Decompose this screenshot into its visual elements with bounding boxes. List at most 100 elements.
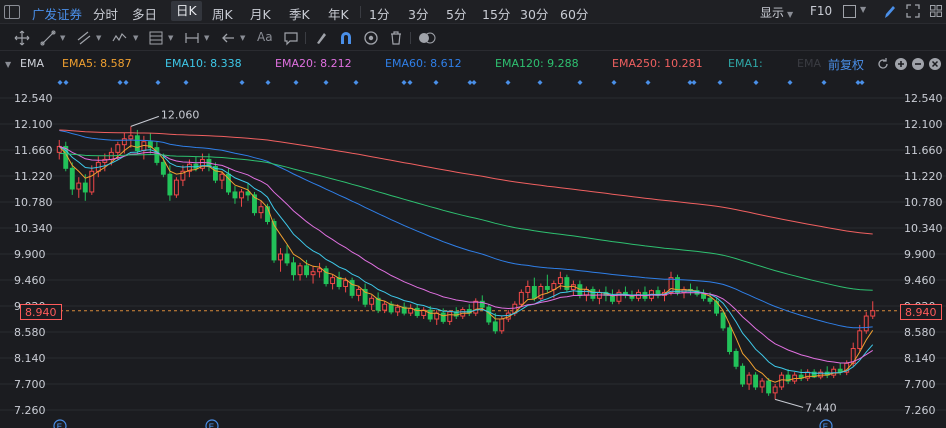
display-dropdown[interactable]: 显示 ▼: [760, 4, 793, 21]
marker-diamond-icon: [239, 80, 245, 85]
refresh-icon[interactable]: [876, 57, 890, 71]
candle-body: [278, 253, 283, 261]
chevron-down-icon[interactable]: ▼: [860, 5, 866, 14]
text-icon[interactable]: Aa: [257, 30, 277, 46]
chevron-down-icon[interactable]: ▼: [204, 34, 209, 42]
candle-body: [317, 268, 323, 273]
arrow-icon[interactable]: [220, 30, 236, 46]
period-quarter-k[interactable]: 季K: [289, 4, 310, 23]
marker-diamond-icon: [265, 80, 271, 85]
fib-icon[interactable]: [148, 30, 164, 46]
period-day-k[interactable]: 日K: [171, 1, 202, 21]
y-axis-label-right: 12.540: [904, 92, 943, 105]
event-marker-label: E: [209, 423, 215, 428]
expand-icon[interactable]: [906, 4, 920, 18]
candle-body: [772, 386, 778, 394]
candle-body: [232, 191, 238, 199]
period-5min[interactable]: 5分: [446, 4, 466, 23]
divider: [360, 6, 361, 18]
period-year-k[interactable]: 年K: [328, 4, 349, 23]
candle-body: [343, 280, 349, 288]
period-60min[interactable]: 60分: [560, 4, 588, 23]
marker-diamond-icon: [645, 80, 651, 85]
pen-icon[interactable]: [882, 3, 898, 21]
toggle-icon[interactable]: [418, 30, 436, 46]
candle-body: [577, 284, 583, 296]
chevron-down-icon[interactable]: ▼: [96, 34, 101, 42]
candle-body: [759, 380, 765, 388]
comment-icon[interactable]: [283, 30, 299, 46]
marker-diamond-icon: [859, 80, 865, 85]
chevron-down-icon[interactable]: ▼: [133, 34, 138, 42]
y-axis-label-left: 12.540: [14, 92, 53, 105]
period-1min[interactable]: 1分: [369, 4, 389, 23]
candle-body: [538, 286, 544, 299]
candle-body: [258, 206, 264, 214]
fuquan-dropdown[interactable]: 前复权: [828, 56, 864, 73]
crosshair-icon[interactable]: [14, 30, 30, 46]
low-annotation-label: 7.440: [805, 401, 837, 414]
trash-icon[interactable]: [388, 30, 404, 46]
magnet-icon[interactable]: [338, 30, 354, 46]
marker-diamond-icon: [787, 80, 793, 85]
ema120-value: EMA120: 9.288: [495, 57, 579, 70]
period-week-k[interactable]: 周K: [212, 4, 233, 23]
chevron-down-icon[interactable]: ▼: [240, 34, 245, 42]
candle-body: [531, 286, 537, 299]
ema20-value: EMA20: 8.212: [275, 57, 352, 70]
y-axis-label-left: 12.100: [14, 118, 53, 131]
remove-icon[interactable]: [911, 57, 925, 71]
candle-body: [733, 351, 739, 367]
last-price-tag-right: 8.940: [900, 304, 942, 320]
candle-body: [779, 374, 785, 388]
period-fenshi[interactable]: 分时: [93, 4, 118, 23]
candle-body: [291, 262, 296, 276]
candle-body: [395, 306, 401, 313]
candle-body: [447, 311, 453, 322]
sidebar-toggle-icon[interactable]: [4, 5, 20, 19]
indicator-name[interactable]: EMA: [20, 57, 44, 70]
marker-diamond-icon: [183, 80, 189, 85]
chevron-down-icon[interactable]: ▼: [168, 34, 173, 42]
marker-diamond-icon: [753, 80, 759, 85]
candle-body: [219, 173, 225, 181]
marker-diamond-icon: [57, 80, 63, 85]
candle-body: [297, 265, 303, 276]
f10-button[interactable]: F10: [810, 4, 832, 18]
marker-diamond-icon: [471, 80, 477, 85]
candle-body: [753, 374, 759, 388]
period-30min[interactable]: 30分: [520, 4, 548, 23]
add-icon[interactable]: [894, 57, 908, 71]
period-month-k[interactable]: 月K: [250, 4, 271, 23]
marker-diamond-icon: [123, 80, 129, 85]
close-icon[interactable]: [928, 57, 942, 71]
marker-diamond-icon: [691, 80, 697, 85]
candle-body: [356, 288, 362, 296]
candle-body: [525, 286, 531, 293]
grid-icon[interactable]: [930, 5, 942, 17]
y-axis-label-left: 8.580: [14, 326, 46, 339]
channel-icon[interactable]: [76, 30, 92, 46]
eye-icon[interactable]: [363, 30, 379, 46]
period-15min[interactable]: 15分: [482, 4, 510, 23]
stock-name[interactable]: 广发证券: [32, 4, 82, 23]
checkbox-icon[interactable]: [843, 5, 856, 18]
line-icon[interactable]: [40, 30, 56, 46]
period-3min[interactable]: 3分: [408, 4, 428, 23]
divider: [305, 32, 306, 44]
candle-body: [310, 271, 316, 276]
candlestick-chart[interactable]: 12.540 12.540 12.100 12.100 11.660 11.660 11.2…: [0, 76, 946, 428]
range-icon[interactable]: [184, 30, 200, 46]
y-axis-label-left: 7.260: [14, 404, 46, 417]
marker-diamond-icon: [821, 80, 827, 85]
period-duori[interactable]: 多日: [132, 4, 157, 23]
wave-icon[interactable]: [112, 30, 128, 46]
chevron-down-icon[interactable]: ▼: [5, 60, 11, 69]
y-axis-label-left: 9.900: [14, 248, 46, 261]
eraser-icon[interactable]: [313, 30, 329, 46]
candle-body: [414, 307, 420, 316]
y-axis-label-right: 10.340: [904, 222, 943, 235]
candle-body: [473, 300, 479, 314]
chevron-down-icon[interactable]: ▼: [60, 34, 65, 42]
candle-body: [727, 327, 733, 352]
